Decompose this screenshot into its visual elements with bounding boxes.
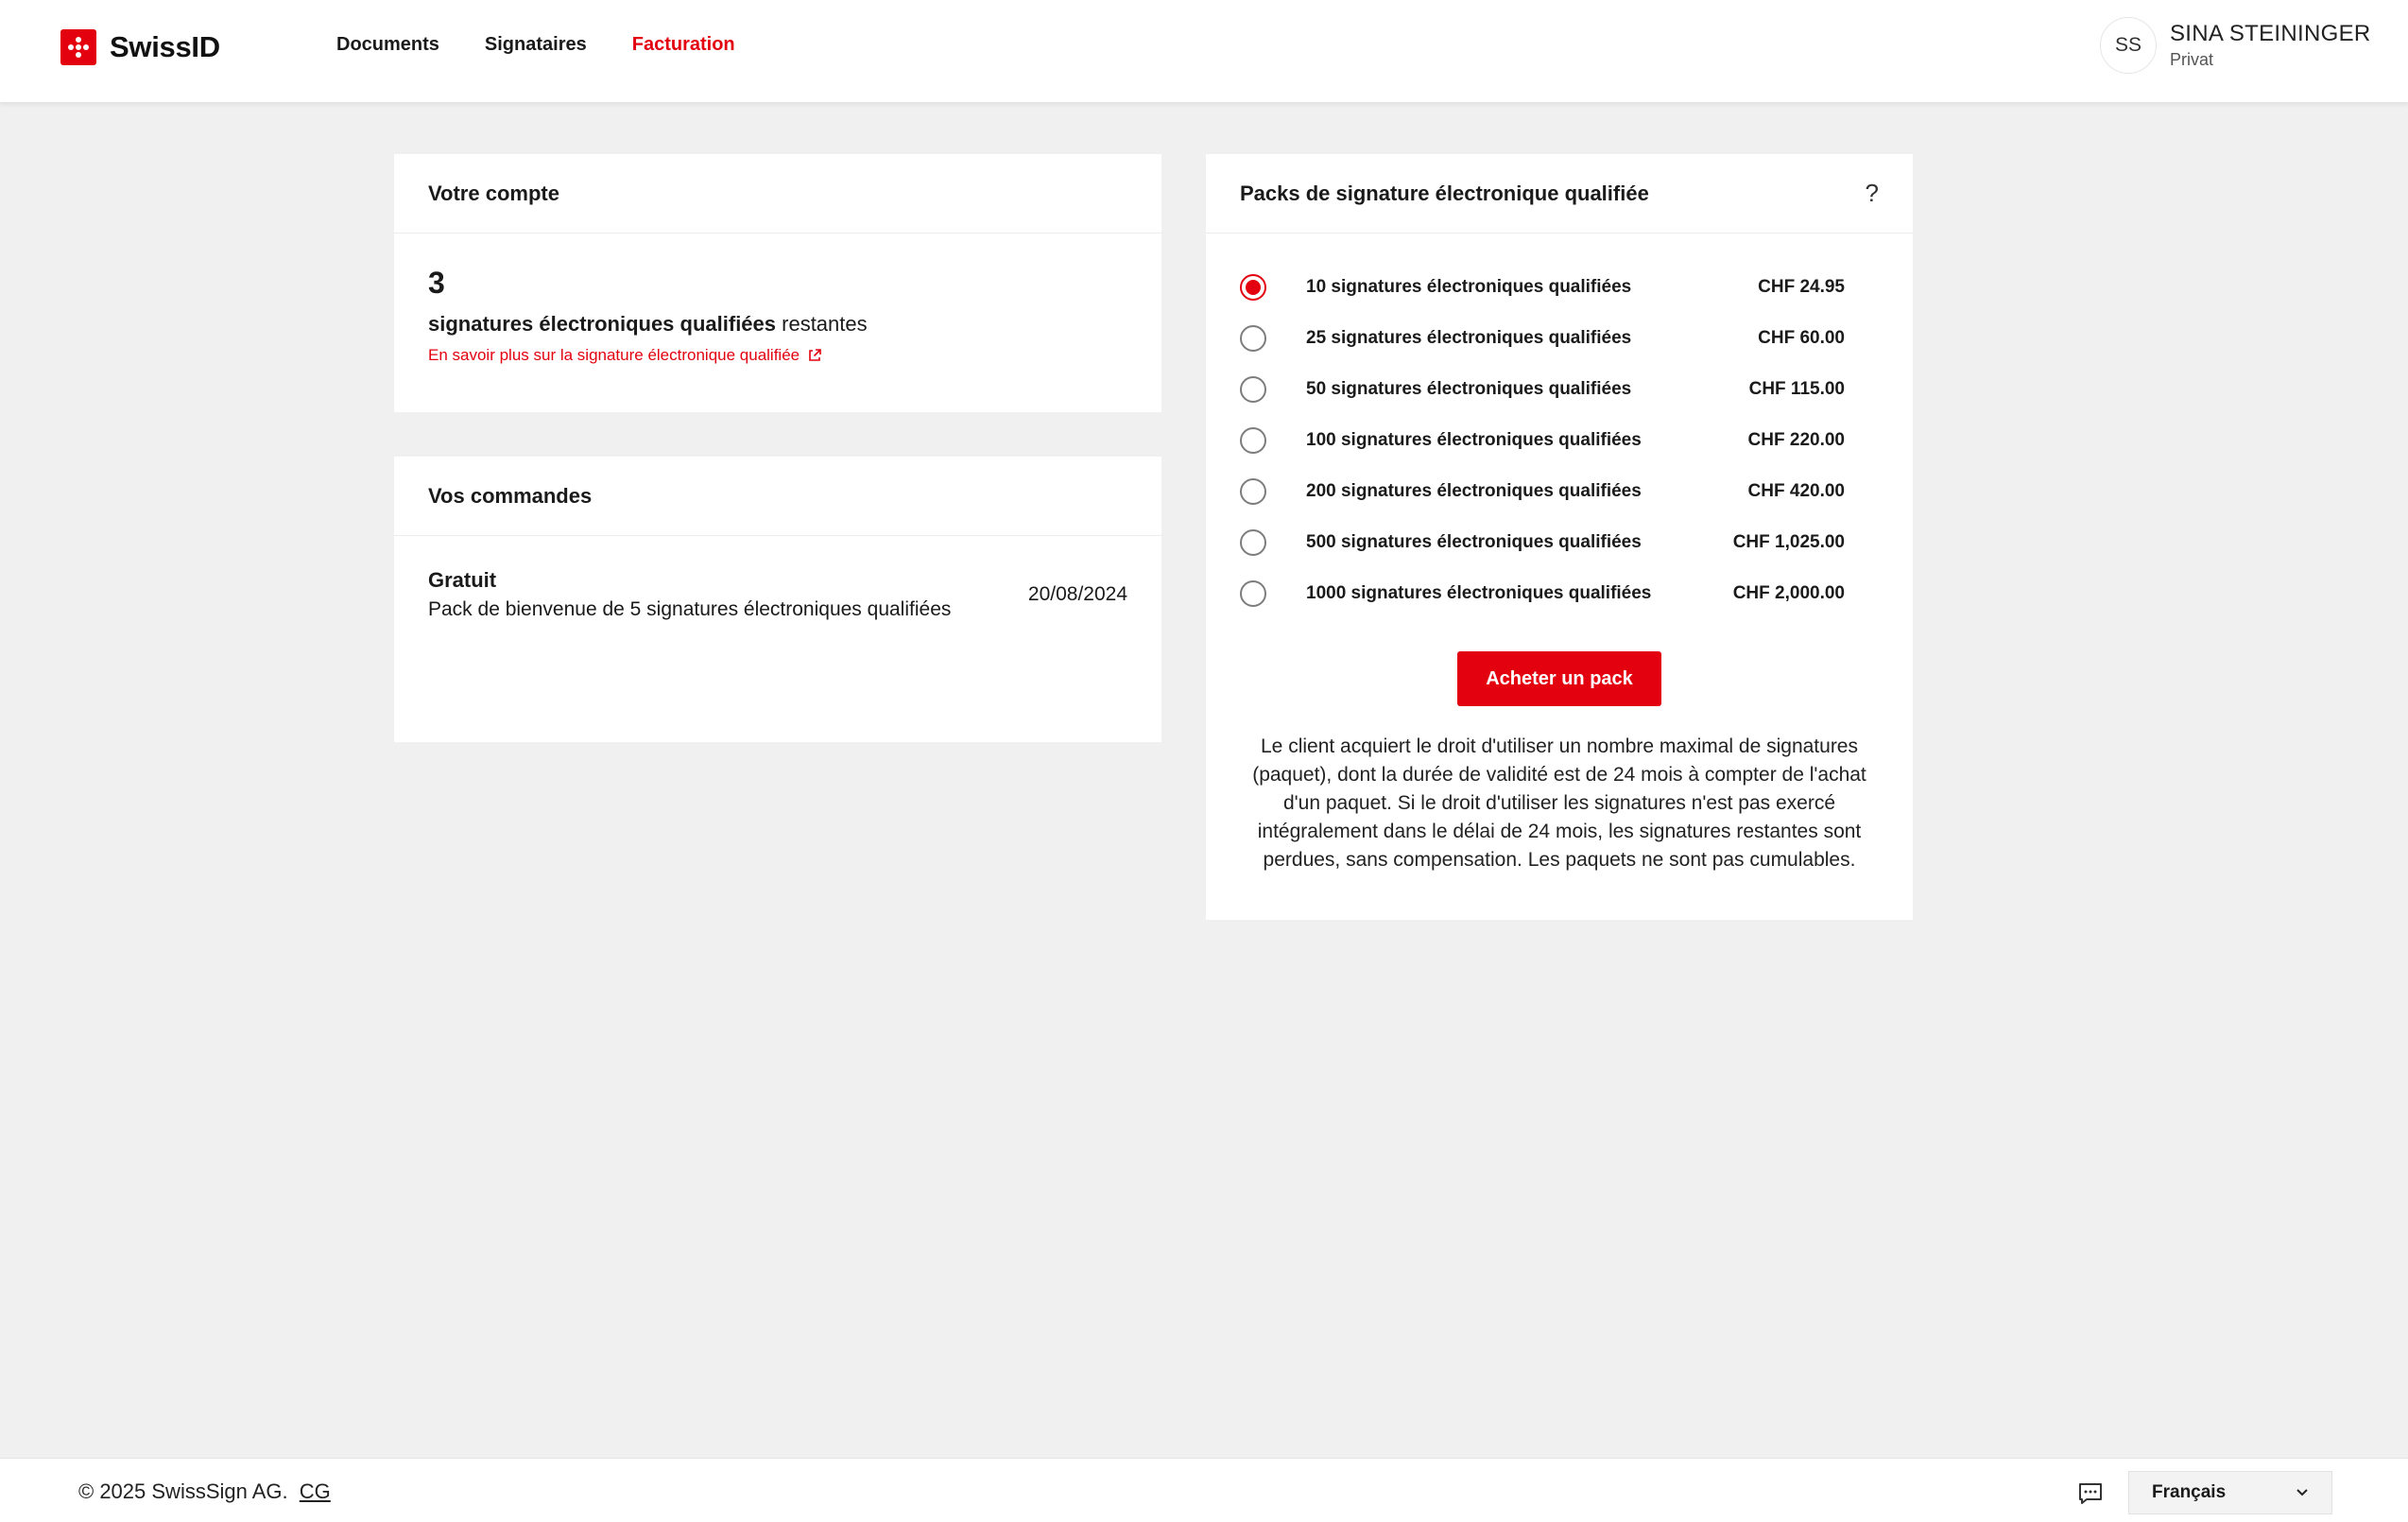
pack-label: 50 signatures électroniques qualifiées [1306, 379, 1632, 399]
pack-label: 100 signatures électroniques qualifiées [1306, 430, 1642, 450]
language-select[interactable]: Français [2128, 1471, 2332, 1514]
pack-price: CHF 115.00 [1748, 379, 1845, 399]
cg-link[interactable]: CG [300, 1479, 331, 1503]
remaining-text: signatures électroniques qualifiées rest… [428, 312, 1127, 337]
user-menu[interactable]: SS SINA STEININGER Privat [2100, 17, 2371, 74]
remaining-suffix: restantes [776, 312, 868, 336]
packs-title: Packs de signature électronique qualifié… [1240, 181, 1649, 205]
copyright-text: © 2025 SwissSign AG. [78, 1479, 288, 1503]
orders-title: Vos commandes [428, 483, 593, 508]
radio-button[interactable] [1240, 325, 1266, 352]
pack-label: 200 signatures électroniques qualifiées [1306, 481, 1642, 501]
pack-option-50[interactable]: 50 signatures électroniques qualifiées C… [1240, 364, 1879, 415]
swissid-logo[interactable]: SwissID [60, 29, 220, 65]
terms-text: Le client acquiert le droit d'utiliser u… [1252, 735, 1866, 871]
learn-more-link[interactable]: En savoir plus sur la signature électron… [428, 346, 822, 365]
pack-label: 500 signatures électroniques qualifiées [1306, 532, 1642, 552]
copyright: © 2025 SwissSign AG. CG [78, 1479, 331, 1504]
account-title: Votre compte [428, 181, 559, 205]
learn-more-label: En savoir plus sur la signature électron… [428, 346, 800, 364]
help-icon[interactable]: ? [1866, 179, 1879, 208]
pack-price: CHF 1,025.00 [1732, 532, 1845, 552]
order-date: 20/08/2024 [1027, 583, 1127, 605]
external-link-icon [809, 349, 821, 361]
remaining-count: 3 [428, 266, 445, 300]
pack-option-1000[interactable]: 1000 signatures électroniques qualifiées… [1240, 568, 1879, 619]
brand-name: SwissID [110, 30, 220, 63]
radio-button[interactable] [1240, 376, 1266, 403]
pack-price: CHF 24.95 [1758, 277, 1845, 297]
pack-option-100[interactable]: 100 signatures électroniques qualifiées … [1240, 415, 1879, 466]
avatar[interactable]: SS [2100, 17, 2157, 74]
pack-price: CHF 60.00 [1758, 328, 1845, 348]
user-name: SINA STEININGER [2170, 21, 2371, 46]
account-type: Privat [2170, 50, 2214, 69]
pack-option-10[interactable]: 10 signatures électroniques qualifiées C… [1240, 262, 1879, 313]
account-card: Votre compte 3 signatures électroniques … [394, 154, 1161, 412]
pack-label: 25 signatures électroniques qualifiées [1306, 328, 1632, 348]
pack-option-500[interactable]: 500 signatures électroniques qualifiées … [1240, 517, 1879, 568]
pack-label: 1000 signatures électroniques qualifiées [1306, 583, 1652, 603]
radio-button[interactable] [1240, 529, 1266, 556]
packs-card: Packs de signature électronique qualifié… [1206, 154, 1913, 920]
radio-button[interactable] [1240, 580, 1266, 607]
main-nav: Documents Signataires Facturation [336, 34, 735, 56]
pack-option-25[interactable]: 25 signatures électroniques qualifiées C… [1240, 313, 1879, 364]
buy-pack-button[interactable]: Acheter un pack [1457, 651, 1661, 706]
remaining-bold: signatures électroniques qualifiées [428, 312, 777, 336]
orders-card: Vos commandes Gratuit Pack de bienvenue … [394, 457, 1161, 742]
radio-button[interactable] [1240, 478, 1266, 505]
user-info: SINA STEININGER Privat [2170, 21, 2371, 70]
nav-documents[interactable]: Documents [336, 34, 439, 56]
pack-price: CHF 2,000.00 [1732, 583, 1845, 603]
radio-button[interactable] [1240, 427, 1266, 454]
nav-signataires[interactable]: Signataires [485, 34, 587, 56]
pack-price: CHF 220.00 [1747, 430, 1845, 450]
radio-button-selected[interactable] [1240, 274, 1266, 301]
top-header: SwissID Documents Signataires Facturatio… [0, 0, 2408, 103]
order-description: Pack de bienvenue de 5 signatures électr… [428, 598, 952, 620]
language-value: Français [2152, 1482, 2227, 1502]
chat-icon[interactable] [2077, 1481, 2104, 1506]
pack-price: CHF 420.00 [1747, 481, 1845, 501]
pack-options: 10 signatures électroniques qualifiées C… [1240, 262, 1879, 619]
chevron-down-icon [2296, 1489, 2308, 1496]
swissid-logo-icon [60, 29, 96, 65]
footer: © 2025 SwissSign AG. CG Français [0, 1458, 2408, 1522]
pack-option-200[interactable]: 200 signatures électroniques qualifiées … [1240, 466, 1879, 517]
order-type: Gratuit [428, 568, 497, 592]
pack-label: 10 signatures électroniques qualifiées [1306, 277, 1632, 297]
nav-facturation[interactable]: Facturation [632, 34, 735, 56]
order-row: Gratuit Pack de bienvenue de 5 signature… [428, 568, 1127, 621]
